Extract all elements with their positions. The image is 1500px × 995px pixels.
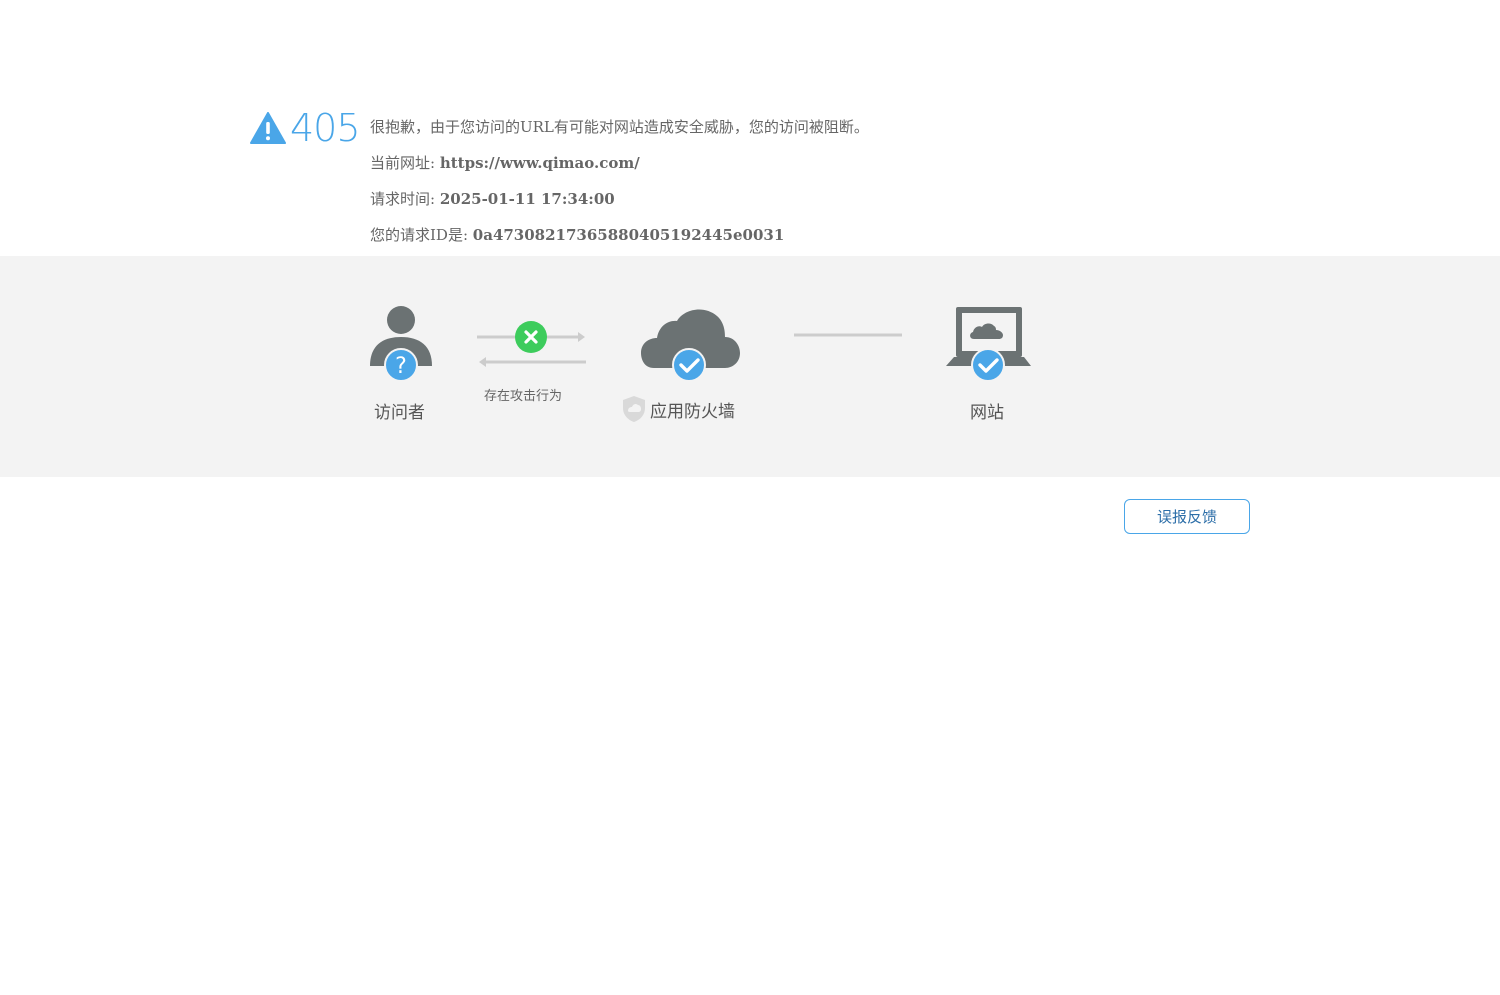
connector-line [794, 333, 902, 337]
false-positive-feedback-button[interactable]: 误报反馈 [1124, 499, 1250, 534]
website-laptop-icon [946, 307, 1031, 382]
request-id-line: 您的请求ID是: 0a47308217365880405192445e0031 [370, 225, 784, 245]
current-url-label: 当前网址: [370, 154, 440, 172]
shield-icon [623, 396, 645, 422]
flow-diagram: ? 访问者 存在攻击行为 应用防火墙 网站 [0, 256, 1500, 477]
current-url-value: https://www.qimao.com/ [439, 154, 640, 172]
svg-text:?: ? [395, 354, 407, 379]
request-time-line: 请求时间: 2025-01-11 17:34:00 [370, 189, 615, 209]
error-code-number: 405 [290, 106, 361, 150]
error-code: 405 [250, 106, 361, 150]
request-id-label: 您的请求ID是: [370, 226, 473, 244]
warning-icon [250, 112, 286, 144]
visitor-label: 访问者 [374, 403, 425, 423]
visitor-icon: ? [370, 306, 432, 382]
request-id-value: 0a47308217365880405192445e0031 [472, 226, 785, 244]
request-time-value: 2025-01-11 17:34:00 [439, 190, 615, 208]
firewall-label: 应用防火墙 [650, 402, 735, 422]
website-label: 网站 [970, 403, 1004, 423]
current-url-line: 当前网址: https://www.qimao.com/ [370, 153, 640, 173]
attack-behavior-label: 存在攻击行为 [484, 389, 563, 404]
request-time-label: 请求时间: [370, 190, 440, 208]
blocked-x-icon [515, 321, 547, 353]
firewall-cloud-icon [641, 309, 740, 382]
error-message: 很抱歉，由于您访问的URL有可能对网站造成安全威胁，您的访问被阻断。 [370, 118, 869, 136]
